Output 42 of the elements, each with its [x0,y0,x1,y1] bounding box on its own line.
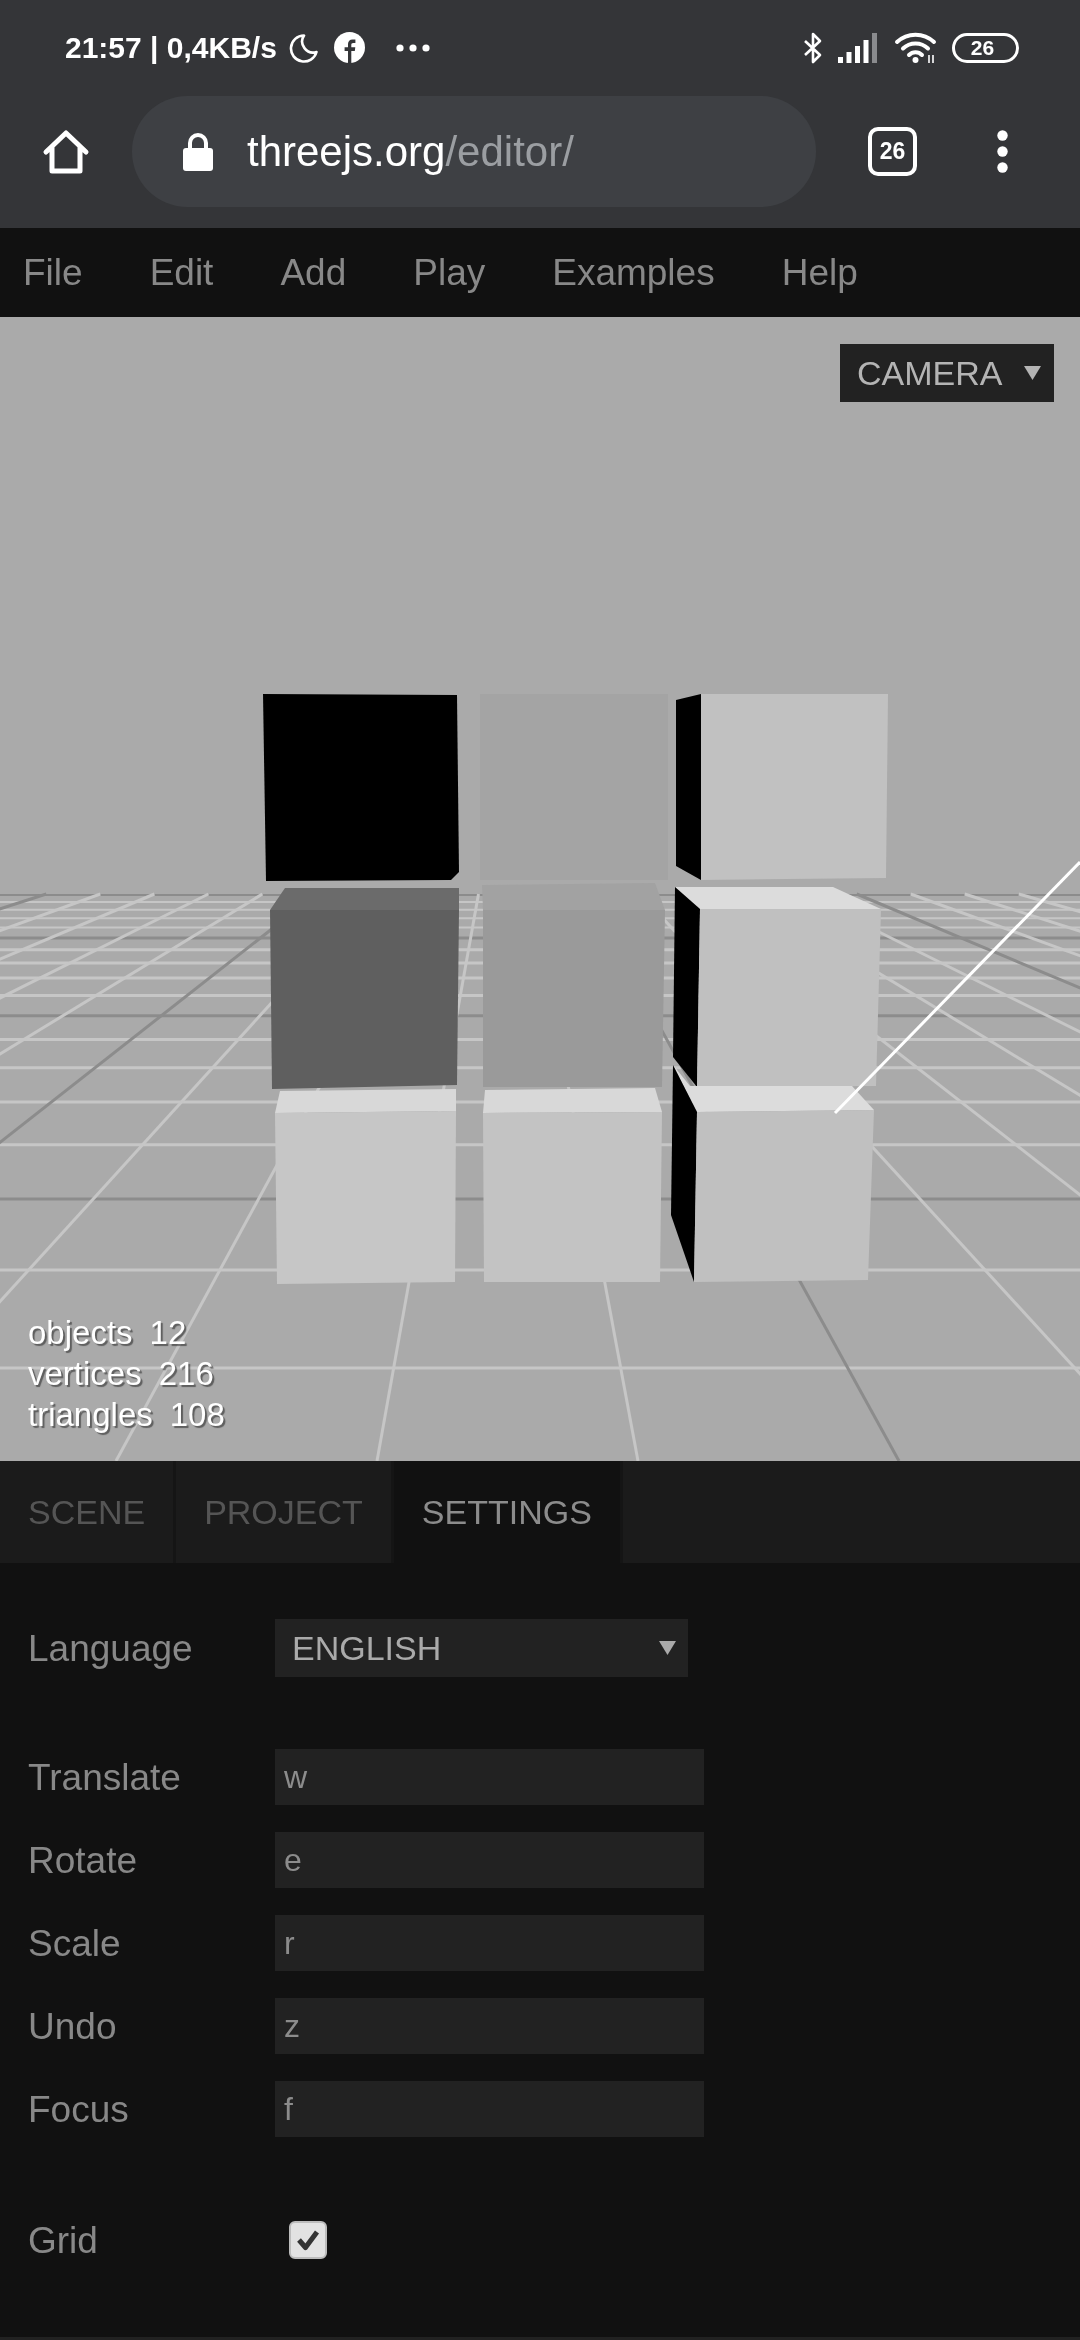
panel-tab[interactable]: SETTINGS [393,1461,623,1563]
camera-select[interactable]: CAMERA [840,344,1054,402]
stat-value: 12 [149,1316,187,1349]
language-select[interactable]: ENGLISH [275,1619,688,1677]
stat-label: objects [28,1316,133,1349]
status-time-text: 21:57 | 0,4KB/s [65,32,277,63]
setting-label: Translate [28,1758,182,1796]
setting-label: Grid [28,2221,99,2259]
setting-label: Rotate [28,1841,138,1879]
shortcut-input[interactable]: e [275,1832,704,1888]
menu-item[interactable]: Help [781,254,858,291]
menu-item[interactable]: File [23,254,83,291]
shortcut-input[interactable]: f [275,2081,704,2137]
lock-icon [183,132,213,171]
shortcut-input[interactable]: z [275,1998,704,2054]
menu-item[interactable]: Add [280,254,347,291]
menu-item[interactable]: Examples [552,254,715,291]
stat-value: 216 [158,1357,214,1390]
caret-icon [659,1641,676,1655]
wifi-icon [894,31,937,64]
stat-label: vertices [28,1357,142,1390]
grid-checkbox[interactable] [289,2221,327,2259]
shortcut-input[interactable]: w [275,1749,704,1805]
stat-value: 108 [169,1398,225,1431]
f-circle-icon [333,32,365,63]
url-text: threejs.org/editor/ [247,130,574,173]
menu-item[interactable]: Play [413,254,486,291]
stat-label: triangles [28,1398,153,1431]
bluetooth-icon [802,31,824,64]
setting-label: Language [28,1629,194,1667]
setting-label: Scale [28,1924,122,1962]
check-icon [296,2229,320,2251]
dots-icon [395,43,430,52]
setting-label: Focus [28,2090,130,2128]
signal-icon [838,32,878,63]
setting-label: Undo [28,2007,118,2045]
shortcut-input[interactable]: r [275,1915,704,1971]
battery-indicator: 26 [952,32,1019,63]
tab-count-button[interactable]: 26 [868,127,917,176]
address-bar[interactable]: threejs.org/editor/ [132,96,816,207]
caret-icon [1024,366,1041,380]
menu-item[interactable]: Edit [149,254,214,291]
